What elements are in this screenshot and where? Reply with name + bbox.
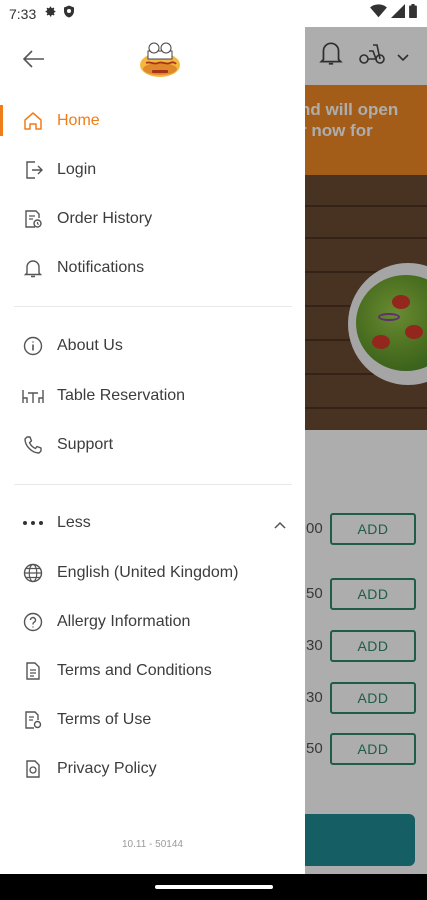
drawer-item-label: Support [57, 436, 114, 453]
gear-icon [44, 5, 57, 23]
document-settings-icon [22, 709, 44, 731]
drawer-item-label: Terms and Conditions [57, 662, 212, 679]
restaurant-logo [138, 39, 182, 79]
drawer-item-label: Notifications [57, 259, 145, 276]
drawer-item-less[interactable]: Less [0, 503, 305, 543]
divider [14, 484, 292, 485]
phone-icon [22, 434, 44, 456]
battery-icon [409, 4, 417, 23]
status-time: 7:33 [9, 5, 37, 22]
drawer-item-language[interactable]: English (United Kingdom) [0, 553, 305, 593]
app-version: 10.11 - 50144 [122, 839, 183, 850]
info-icon [22, 335, 44, 357]
drawer-item-home[interactable]: Home [0, 101, 305, 141]
globe-icon [22, 562, 44, 584]
active-indicator [0, 105, 3, 136]
drawer-item-privacy-policy[interactable]: Privacy Policy [0, 749, 305, 789]
chevron-up-icon [274, 516, 286, 534]
drawer-item-terms-and-conditions[interactable]: Terms and Conditions [0, 651, 305, 691]
shield-icon [63, 5, 75, 23]
order-history-icon [22, 208, 44, 230]
drawer-item-support[interactable]: Support [0, 425, 305, 465]
drawer-item-label: Login [57, 161, 97, 178]
drawer-item-label: Home [57, 112, 100, 129]
drawer-item-terms-of-use[interactable]: Terms of Use [0, 700, 305, 740]
table-icon [22, 385, 44, 407]
drawer-item-label: Terms of Use [57, 711, 152, 728]
privacy-icon [22, 758, 44, 780]
drawer-item-about-us[interactable]: About Us [0, 326, 305, 366]
drawer-item-table-reservation[interactable]: Table Reservation [0, 376, 305, 416]
drawer-item-label: About Us [57, 337, 123, 354]
arrow-left-icon[interactable] [20, 45, 48, 73]
drawer-item-label: Allergy Information [57, 613, 191, 630]
drawer-item-notifications[interactable]: Notifications [0, 248, 305, 288]
login-icon [22, 159, 44, 181]
question-icon [22, 611, 44, 633]
system-navigation-bar [0, 874, 427, 900]
status-bar: 7:33 [0, 0, 427, 27]
signal-icon [391, 4, 405, 23]
home-icon [22, 110, 44, 132]
drawer-item-label: English (United Kingdom) [57, 564, 239, 581]
drawer-item-label: Table Reservation [57, 387, 186, 404]
document-icon [22, 660, 44, 682]
drawer-header [0, 27, 305, 89]
drawer-item-login[interactable]: Login [0, 150, 305, 190]
drawer-item-label: Privacy Policy [57, 760, 157, 777]
drawer-item-order-history[interactable]: Order History [0, 199, 305, 239]
bell-icon [22, 257, 44, 279]
wifi-icon [370, 4, 387, 23]
drawer-item-allergy-information[interactable]: Allergy Information [0, 602, 305, 642]
home-gesture-handle[interactable] [155, 885, 273, 889]
drawer-item-label: Order History [57, 210, 153, 227]
more-horizontal-icon [22, 512, 44, 534]
navigation-drawer: Home Login Order History Notifications A… [0, 27, 305, 874]
drawer-item-label: Less [57, 514, 91, 531]
divider [14, 306, 292, 307]
